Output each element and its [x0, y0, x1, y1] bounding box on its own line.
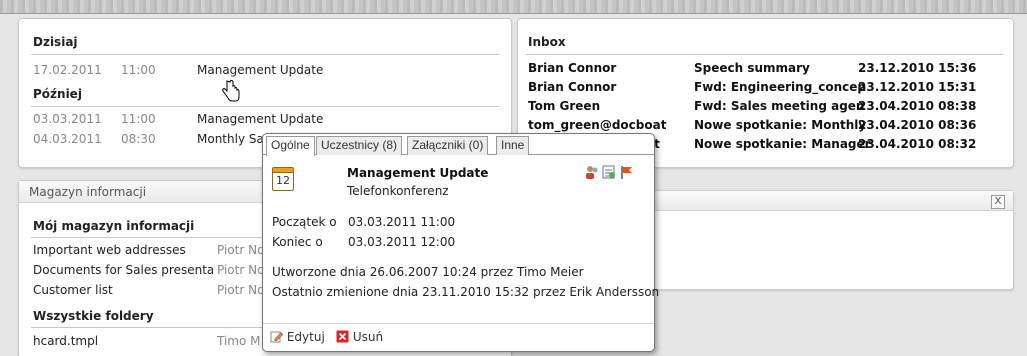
tab-attachments[interactable]: Załączniki (0) [407, 136, 489, 155]
mail-from: Tom Green [528, 99, 601, 113]
mail-from: Brian Connor [528, 61, 617, 75]
appointment-popup: Ogólne Uczestnicy (8) Załączniki (0) Inn… [262, 133, 659, 352]
end-value: 03.03.2011 12:00 [348, 235, 456, 249]
appointment-title[interactable]: Monthly Sa [197, 132, 264, 146]
mail-subject: Nowe spotkanie: Manager [694, 137, 871, 151]
delete-icon [336, 330, 349, 343]
mail-subject: Speech summary [694, 61, 810, 75]
popup-tabs: Ogólne Uczestnicy (8) Załączniki (0) Inn… [263, 134, 654, 156]
start-value: 03.03.2011 11:00 [348, 215, 456, 229]
edit-label: Edytuj [286, 330, 325, 344]
mail-date: 23.12.2010 15:31 [858, 80, 977, 94]
mail-subject: Fwd: Engineering_concep [694, 80, 867, 94]
tab-general[interactable]: Ogólne [266, 136, 315, 156]
divider [31, 54, 499, 55]
inbox-heading: Inbox [528, 35, 566, 49]
mail-from: Brian Connor [528, 80, 617, 94]
folder-name: Documents for Sales presentati [33, 263, 213, 277]
all-folders-heading: Wszystkie foldery [33, 309, 154, 323]
folder-owner: Piotr No [217, 243, 265, 257]
appointment-title[interactable]: Management Update [197, 112, 323, 126]
mail-date: 23.12.2010 15:36 [858, 61, 977, 75]
appointment-time: 11:00 [121, 112, 156, 126]
popup-subtitle: Telefonkonferenz [347, 184, 449, 198]
appointment-date: 17.02.2011 [33, 63, 102, 77]
end-label: Koniec o [272, 235, 323, 249]
delete-label: Usuń [352, 330, 384, 344]
divider [526, 54, 1003, 55]
participants-icon[interactable] [585, 165, 599, 179]
mail-subject: Fwd: Sales meeting agen [694, 99, 865, 113]
delete-button[interactable]: Usuń [336, 330, 383, 344]
calendar-icon: 12 [272, 167, 294, 191]
folder-owner: Timo M [217, 334, 261, 348]
popup-footer: Edytuj Usuń [263, 323, 654, 351]
popup-title: Management Update [347, 166, 489, 180]
edit-icon [270, 331, 284, 343]
folder-owner: Piotr No [217, 263, 265, 277]
folder-owner: Piotr No [217, 283, 265, 297]
appointment-time: 11:00 [121, 63, 156, 77]
divider [31, 106, 499, 107]
flag-icon[interactable] [620, 165, 634, 179]
torn-edge [0, 0, 1027, 14]
modified-info: Ostatnio zmienione dnia 23.11.2010 15:32… [272, 285, 660, 299]
start-label: Początek o [272, 215, 337, 229]
edit-button[interactable]: Edytuj [270, 330, 325, 344]
mail-subject: Nowe spotkanie: Monthly [694, 118, 867, 132]
created-info: Utworzone dnia 26.06.2007 10:24 przez Ti… [272, 265, 584, 279]
mail-date: 23.04.2010 08:38 [858, 99, 977, 113]
appointment-icon[interactable] [602, 165, 616, 179]
my-infostore-heading: Mój magazyn informacji [33, 219, 195, 233]
panel-title: Magazyn informacji [29, 185, 147, 199]
calendar-day: 12 [276, 174, 290, 187]
folder-name: Important web addresses [33, 243, 186, 257]
appointment-date: 03.03.2011 [33, 112, 102, 126]
tab-participants[interactable]: Uczestnicy (8) [316, 136, 403, 155]
appointment-date: 04.03.2011 [33, 132, 102, 146]
mail-date: 23.04.2010 08:32 [858, 137, 977, 151]
close-button[interactable]: X [991, 195, 1005, 209]
hand-cursor-icon [222, 80, 240, 102]
folder-name: Customer list [33, 283, 113, 297]
appointment-title[interactable]: Management Update [197, 63, 323, 77]
later-heading: Później [33, 87, 82, 101]
today-heading: Dzisiaj [33, 35, 78, 49]
folder-name: hcard.tmpl [33, 334, 99, 348]
mail-date: 23.04.2010 08:36 [858, 118, 977, 132]
tab-other[interactable]: Inne [496, 136, 530, 155]
appointment-time: 08:30 [121, 132, 156, 146]
mail-from: tom_green@docboat [528, 118, 667, 132]
